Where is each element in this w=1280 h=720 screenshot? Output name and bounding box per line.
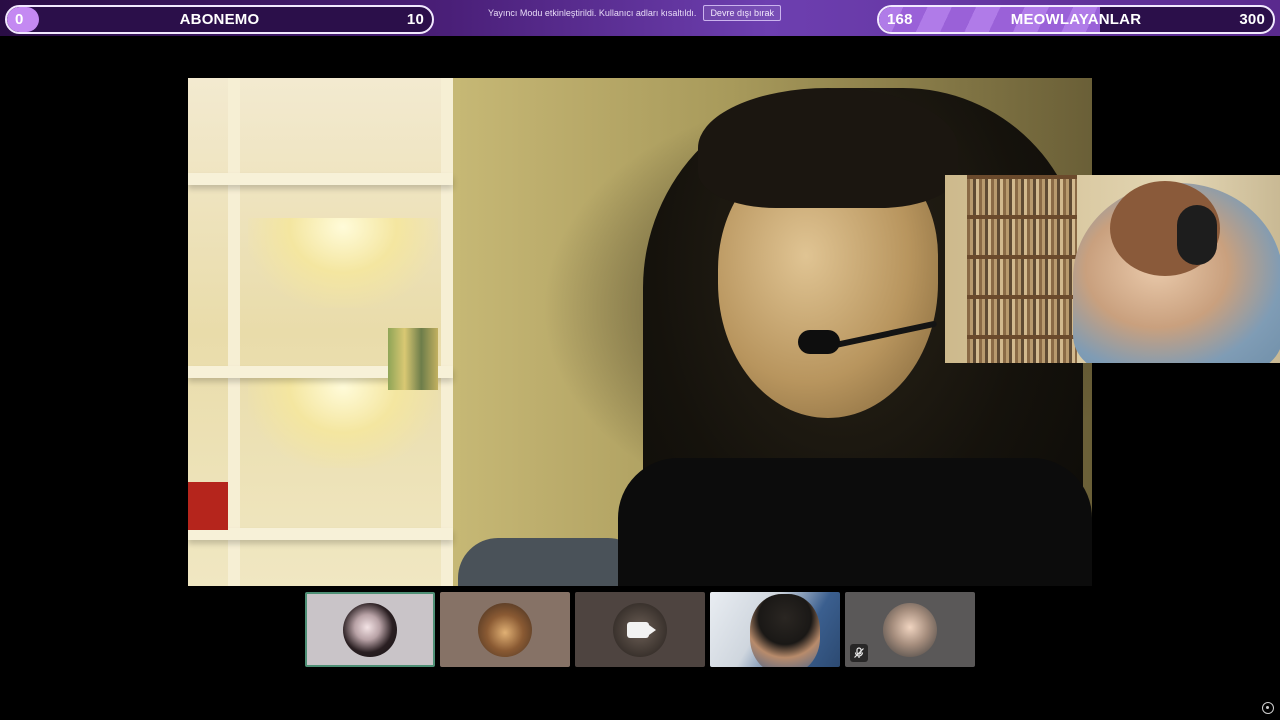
streamer-body — [618, 458, 1092, 586]
participant-avatar — [883, 602, 937, 657]
bookcase — [967, 175, 1077, 363]
shelf-light — [248, 378, 438, 468]
disable-streamer-mode-button[interactable]: Devre dışı bırak — [703, 5, 781, 21]
participant-tile-1[interactable] — [305, 592, 435, 667]
follower-goal-label: MEOWLAYANLAR — [1010, 11, 1142, 28]
shelf-side — [228, 78, 240, 586]
participant-avatar — [343, 602, 397, 657]
headset-mic — [798, 330, 840, 354]
participant-tile-2[interactable] — [440, 592, 570, 667]
subscriber-goal-target: 10 — [406, 11, 424, 28]
red-box — [188, 482, 228, 530]
subscriber-goal-bar: 0 ABONEMO 10 — [5, 5, 434, 34]
participant-video — [750, 594, 820, 667]
mic-muted-glyph — [854, 647, 864, 658]
shelf-light — [248, 218, 438, 308]
participant-avatar — [478, 602, 532, 657]
streamer-hair — [698, 88, 958, 208]
settings-dot-icon[interactable] — [1262, 702, 1274, 714]
shelf-board — [188, 173, 453, 185]
pip-video-feed[interactable] — [945, 175, 1280, 363]
shelf-side — [441, 78, 453, 586]
background-shelf — [188, 78, 453, 586]
follower-goal-bar: 168 MEOWLAYANLAR 300 — [877, 5, 1275, 34]
camera-icon — [627, 621, 656, 638]
streamer-mode-banner: Yayıncı Modu etkinleştirildi. Kullanıcı … — [488, 5, 781, 21]
participant-tile-5[interactable] — [845, 592, 975, 667]
pip-headset — [1177, 205, 1217, 265]
participant-tile-3[interactable] — [575, 592, 705, 667]
follower-goal-target: 300 — [1239, 11, 1265, 28]
streamer-mode-message: Yayıncı Modu etkinleştirildi. Kullanıcı … — [488, 8, 697, 18]
participant-tile-4[interactable] — [710, 592, 840, 667]
mic-muted-icon — [850, 644, 868, 662]
books — [388, 328, 438, 390]
subscriber-goal-label: ABONEMO — [179, 11, 260, 28]
top-bar: 0 ABONEMO 10 Yayıncı Modu etkinleştirild… — [0, 0, 1280, 36]
